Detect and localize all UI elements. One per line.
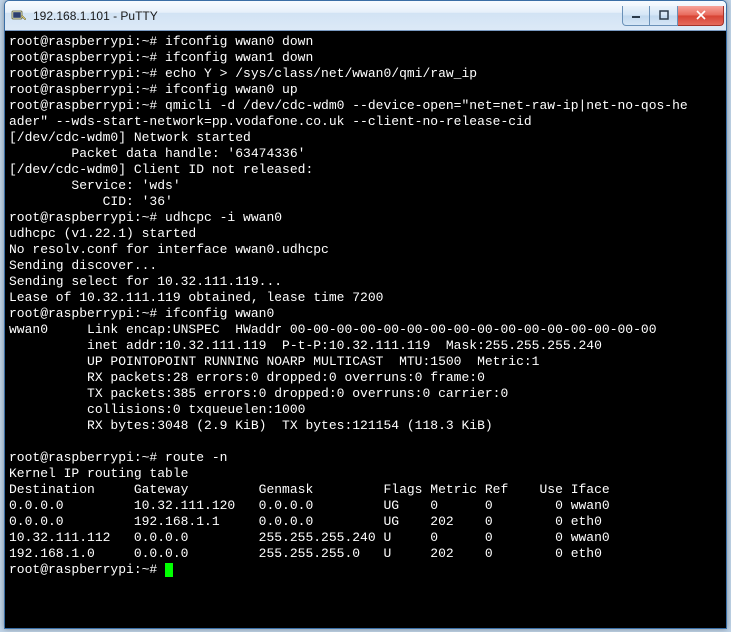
- window-title: 192.168.1.101 - PuTTY: [33, 9, 622, 23]
- terminal-line: [/dev/cdc-wdm0] Network started: [9, 130, 722, 146]
- terminal-cursor: [165, 563, 173, 577]
- terminal-line: root@raspberrypi:~# route -n: [9, 450, 722, 466]
- putty-window: 192.168.1.101 - PuTTY root@raspberrypi:~…: [4, 0, 727, 629]
- putty-icon: [11, 8, 27, 24]
- close-button[interactable]: [678, 6, 724, 26]
- terminal-line: 0.0.0.0 192.168.1.1 0.0.0.0 UG 202 0 0 e…: [9, 514, 722, 530]
- terminal-line: root@raspberrypi:~# udhcpc -i wwan0: [9, 210, 722, 226]
- terminal-line: RX packets:28 errors:0 dropped:0 overrun…: [9, 370, 722, 386]
- terminal-line: No resolv.conf for interface wwan0.udhcp…: [9, 242, 722, 258]
- terminal-prompt: root@raspberrypi:~#: [9, 562, 165, 577]
- terminal-line: udhcpc (v1.22.1) started: [9, 226, 722, 242]
- terminal-line: 192.168.1.0 0.0.0.0 255.255.255.0 U 202 …: [9, 546, 722, 562]
- terminal-line: ader" --wds-start-network=pp.vodafone.co…: [9, 114, 722, 130]
- terminal-line: root@raspberrypi:~# qmicli -d /dev/cdc-w…: [9, 98, 722, 114]
- terminal-line: Kernel IP routing table: [9, 466, 722, 482]
- terminal-prompt-line: root@raspberrypi:~#: [9, 562, 722, 578]
- terminal-line: Sending select for 10.32.111.119...: [9, 274, 722, 290]
- window-controls: [622, 6, 724, 26]
- terminal-line: root@raspberrypi:~# ifconfig wwan0 down: [9, 34, 722, 50]
- terminal-line: TX packets:385 errors:0 dropped:0 overru…: [9, 386, 722, 402]
- minimize-button[interactable]: [622, 6, 650, 26]
- terminal-line: root@raspberrypi:~# echo Y > /sys/class/…: [9, 66, 722, 82]
- terminal-line: root@raspberrypi:~# ifconfig wwan1 down: [9, 50, 722, 66]
- terminal-line: root@raspberrypi:~# ifconfig wwan0: [9, 306, 722, 322]
- terminal-line: [/dev/cdc-wdm0] Client ID not released:: [9, 162, 722, 178]
- terminal-line: Packet data handle: '63474336': [9, 146, 722, 162]
- maximize-button[interactable]: [650, 6, 678, 26]
- terminal-line: 0.0.0.0 10.32.111.120 0.0.0.0 UG 0 0 0 w…: [9, 498, 722, 514]
- titlebar[interactable]: 192.168.1.101 - PuTTY: [5, 1, 726, 31]
- terminal-line: [9, 434, 722, 450]
- terminal-line: collisions:0 txqueuelen:1000: [9, 402, 722, 418]
- terminal-line: RX bytes:3048 (2.9 KiB) TX bytes:121154 …: [9, 418, 722, 434]
- terminal-line: Service: 'wds': [9, 178, 722, 194]
- terminal-line: Lease of 10.32.111.119 obtained, lease t…: [9, 290, 722, 306]
- terminal-line: Destination Gateway Genmask Flags Metric…: [9, 482, 722, 498]
- terminal-line: CID: '36': [9, 194, 722, 210]
- terminal[interactable]: root@raspberrypi:~# ifconfig wwan0 downr…: [5, 31, 726, 628]
- terminal-line: 10.32.111.112 0.0.0.0 255.255.255.240 U …: [9, 530, 722, 546]
- terminal-line: UP POINTOPOINT RUNNING NOARP MULTICAST M…: [9, 354, 722, 370]
- terminal-line: Sending discover...: [9, 258, 722, 274]
- terminal-line: root@raspberrypi:~# ifconfig wwan0 up: [9, 82, 722, 98]
- terminal-line: inet addr:10.32.111.119 P-t-P:10.32.111.…: [9, 338, 722, 354]
- terminal-line: wwan0 Link encap:UNSPEC HWaddr 00-00-00-…: [9, 322, 722, 338]
